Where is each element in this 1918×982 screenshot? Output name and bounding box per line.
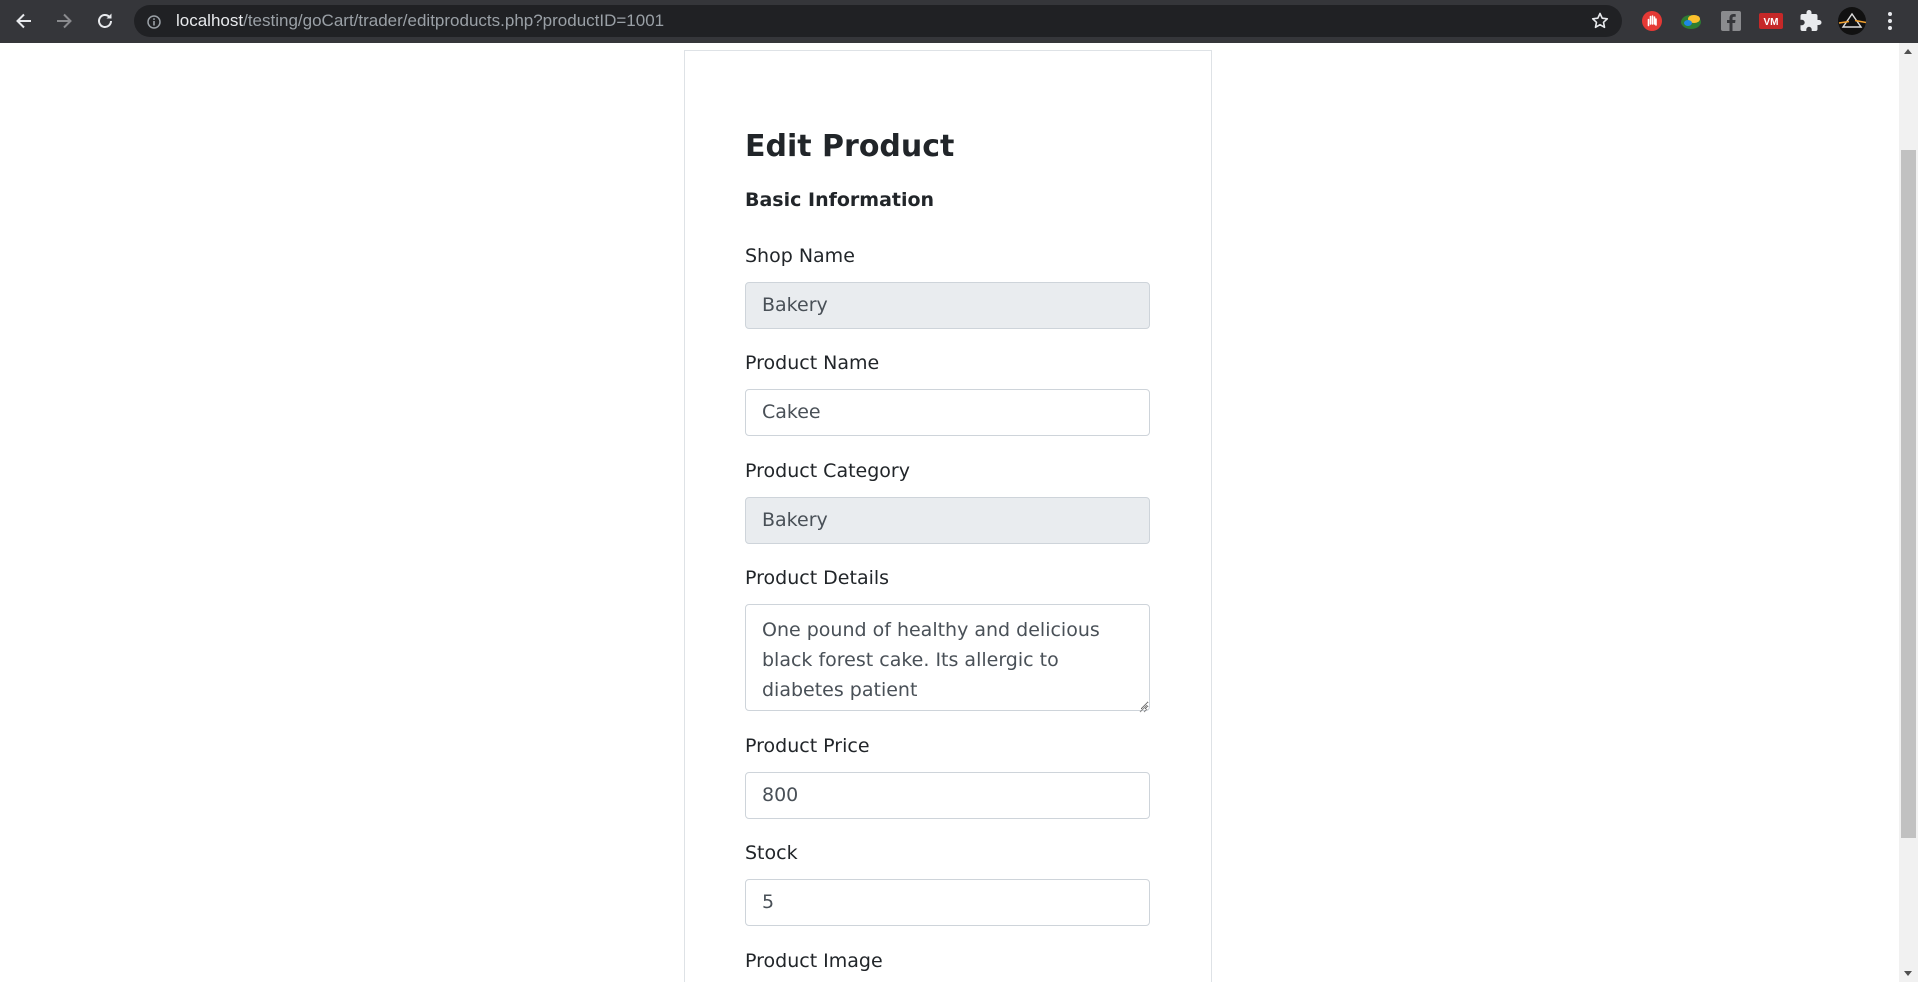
page-title: Edit Product	[745, 129, 955, 164]
product-category-field: Bakery	[745, 497, 1150, 544]
svg-text:VM: VM	[1764, 17, 1779, 28]
bookmark-star-icon[interactable]	[1590, 11, 1610, 31]
url-host: localhost	[176, 11, 244, 30]
stock-field[interactable]: 5	[745, 879, 1150, 926]
stock-label: Stock	[745, 842, 798, 864]
page-scrollbar[interactable]	[1899, 43, 1918, 982]
puzzle-extensions-icon[interactable]	[1799, 9, 1823, 33]
shop-name-field: Bakery	[745, 282, 1150, 329]
scroll-up-arrow-icon[interactable]	[1904, 49, 1912, 54]
section-title: Basic Information	[745, 189, 935, 211]
kebab-menu-icon[interactable]	[1880, 9, 1900, 33]
scrollbar-thumb[interactable]	[1901, 150, 1916, 838]
site-info-icon[interactable]	[147, 14, 161, 29]
reload-icon[interactable]	[90, 6, 120, 36]
stop-hand-extension-icon[interactable]	[1640, 9, 1664, 33]
product-details-label: Product Details	[745, 567, 890, 589]
shop-name-label: Shop Name	[745, 245, 855, 267]
facebook-extension-icon[interactable]	[1719, 9, 1743, 33]
product-name-label: Product Name	[745, 352, 880, 374]
address-bar[interactable]: localhost/testing/goCart/trader/editprod…	[134, 5, 1622, 37]
url-path: /testing/goCart/trader/editproducts.php?…	[243, 11, 665, 30]
product-details-textarea[interactable]: One pound of healthy and delicious black…	[745, 604, 1150, 711]
page-viewport: Edit Product Basic Information Shop Name…	[0, 43, 1918, 982]
vm-extension-icon[interactable]: VM	[1758, 9, 1783, 33]
product-name-field[interactable]: Cakee	[745, 389, 1150, 436]
product-price-label: Product Price	[745, 735, 870, 757]
forward-arrow-icon[interactable]	[49, 6, 79, 36]
back-arrow-icon[interactable]	[9, 6, 39, 36]
product-image-label: Product Image	[745, 950, 883, 972]
product-price-field[interactable]: 800	[745, 772, 1150, 819]
scroll-down-arrow-icon[interactable]	[1904, 971, 1912, 976]
color-extension-icon[interactable]	[1679, 9, 1703, 33]
product-category-label: Product Category	[745, 460, 910, 482]
browser-toolbar: localhost/testing/goCart/trader/editprod…	[0, 0, 1918, 43]
textarea-resize-handle[interactable]	[1138, 698, 1148, 713]
profile-avatar-icon[interactable]	[1837, 6, 1867, 36]
address-url[interactable]: localhost/testing/goCart/trader/editprod…	[176, 5, 664, 37]
